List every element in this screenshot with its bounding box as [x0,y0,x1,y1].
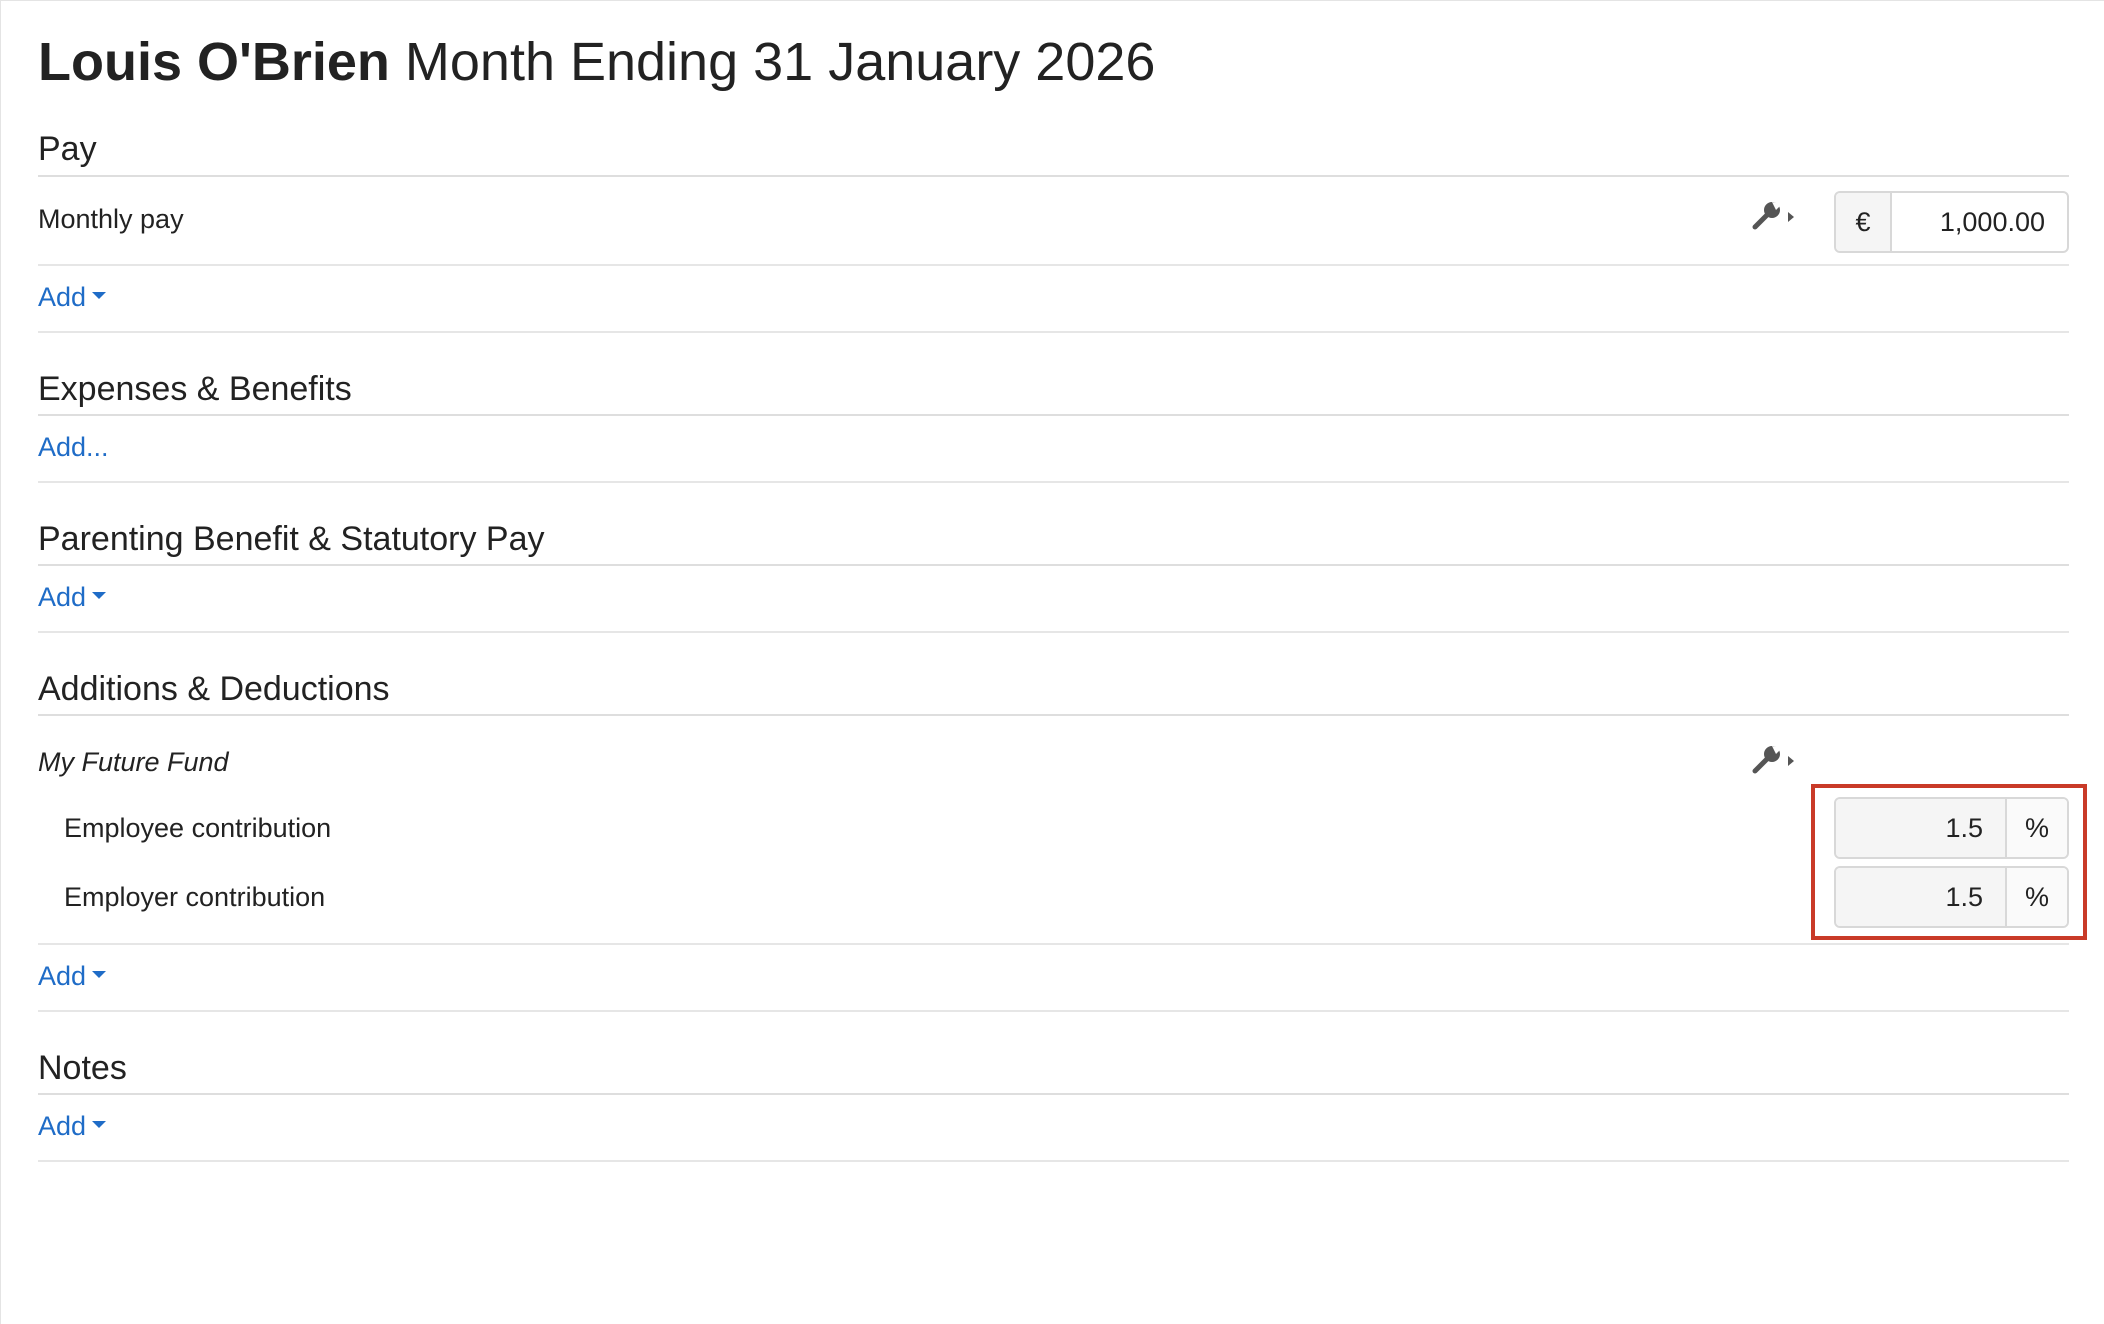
pay-add-row: Add [38,266,2069,333]
monthly-pay-input-group: € 1,000.00 [1834,191,2069,253]
employee-contribution-label: Employee contribution [64,813,332,843]
caret-down-icon [92,292,107,300]
notes-add-row: Add [38,1095,2069,1162]
expenses-section-heading: Expenses & Benefits [38,369,2069,416]
employer-contribution-label: Employer contribution [64,882,326,912]
additions-add-label: Add [38,961,87,991]
parenting-add-label: Add [38,582,87,612]
caret-down-icon [92,971,107,979]
payslip-page: Louis O'Brien Month Ending 31 January 20… [0,0,2104,1324]
caret-down-icon [92,1121,107,1129]
monthly-pay-label: Monthly pay [38,204,184,234]
my-future-fund-row: My Future Fund Employee contribution 1.5… [38,716,2087,945]
payslip-content: Louis O'Brien Month Ending 31 January 20… [38,1,2087,1162]
parenting-heading: Parenting Benefit & Statutory Pay [38,520,545,558]
parenting-add-dropdown[interactable]: Add [38,580,107,614]
currency-addon: € [1836,193,1892,251]
notes-heading: Notes [38,1049,127,1087]
expenses-heading: Expenses & Benefits [38,370,352,408]
additions-section-heading: Additions & Deductions [38,669,2069,716]
wrench-icon[interactable] [1750,743,1798,779]
additions-add-row: Add [38,945,2069,1012]
employee-name: Louis O'Brien [38,32,390,92]
parenting-add-row: Add [38,566,2069,633]
caret-down-icon [92,592,107,600]
pay-add-dropdown[interactable]: Add [38,280,107,314]
pay-period: Month Ending 31 January 2026 [404,32,1156,92]
wrench-icon[interactable] [1750,199,1798,235]
parenting-section-heading: Parenting Benefit & Statutory Pay [38,519,2069,566]
pay-heading: Pay [38,130,97,168]
contribution-highlight-box [1811,784,2087,940]
notes-section-heading: Notes [38,1048,2069,1095]
notes-add-label: Add [38,1111,87,1141]
notes-add-dropdown[interactable]: Add [38,1109,107,1143]
monthly-pay-amount-input[interactable]: 1,000.00 [1892,193,2067,251]
additions-heading: Additions & Deductions [38,670,390,708]
expenses-add-row: Add... [38,416,2069,483]
page-title: Louis O'Brien Month Ending 31 January 20… [38,1,2069,95]
pay-add-label: Add [38,282,87,312]
pay-section-heading: Pay [38,129,2069,177]
expenses-add-link[interactable]: Add... [38,430,109,464]
monthly-pay-row: Monthly pay € 1,000.00 [38,177,2069,266]
additions-add-dropdown[interactable]: Add [38,959,107,993]
my-future-fund-label: My Future Fund [38,747,229,777]
